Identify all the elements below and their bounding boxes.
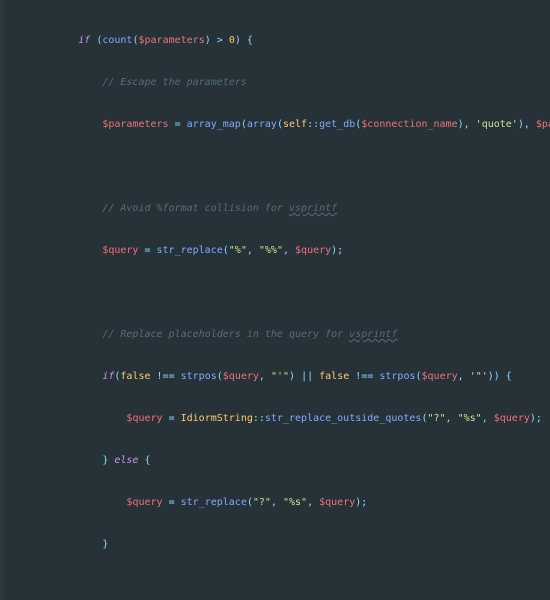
code-line[interactable]: $query = IdiormString::str_replace_outsi… — [6, 412, 550, 426]
token-op: = — [169, 119, 187, 130]
code-line[interactable]: if(false !== strpos($query, "'") || fals… — [6, 370, 550, 384]
token-punc: ), — [458, 119, 476, 130]
code-line[interactable] — [6, 286, 550, 300]
token-punc: , — [482, 413, 494, 424]
indent — [6, 455, 102, 466]
token-punc: ); — [530, 413, 542, 424]
token-str: "'" — [271, 371, 289, 382]
token-op: = — [163, 413, 181, 424]
token-var: $query — [223, 371, 259, 382]
token-punc: )) { — [488, 371, 512, 382]
code-area[interactable]: if (count($parameters) > 0) { // Escape … — [6, 34, 550, 580]
token-op: !== — [151, 371, 181, 382]
code-line[interactable] — [6, 160, 550, 174]
indent — [6, 203, 102, 214]
token-punc: { — [138, 455, 150, 466]
token-fn: array_map — [187, 119, 241, 130]
code-line[interactable]: // Replace placeholders in the query for… — [6, 328, 550, 342]
token-punc: , — [247, 245, 259, 256]
token-str: "?" — [253, 497, 271, 508]
indent — [6, 35, 78, 46]
token-op: !== — [349, 371, 379, 382]
token-comment: // Replace placeholders in the query for — [102, 329, 349, 340]
token-op: || — [295, 371, 319, 382]
token-cls: false — [120, 371, 150, 382]
code-line[interactable]: } — [6, 538, 550, 552]
token-punc: ) { — [235, 35, 253, 46]
token-fn: strpos — [379, 371, 415, 382]
token-cls: IdiormString — [181, 413, 253, 424]
token-comment: vsprintf — [289, 203, 337, 214]
indent — [6, 119, 102, 130]
token-fn: strpos — [181, 371, 217, 382]
token-comment: // Escape the parameters — [102, 77, 247, 88]
token-comment: // Avoid %format collision for — [102, 203, 289, 214]
token-punc: } — [102, 539, 108, 550]
token-var: $query — [494, 413, 530, 424]
token-op: :: — [307, 119, 319, 130]
indent — [6, 413, 126, 424]
editor-gutter — [0, 0, 4, 600]
token-punc: , — [307, 497, 319, 508]
token-kw: else — [114, 455, 138, 466]
token-var: $query — [295, 245, 331, 256]
token-punc: , — [271, 497, 283, 508]
token-op: > — [211, 35, 229, 46]
token-kw: if — [78, 35, 96, 46]
token-str: "%" — [229, 245, 247, 256]
code-line[interactable]: // Escape the parameters — [6, 76, 550, 90]
indent — [6, 77, 102, 88]
token-str: 'quote' — [476, 119, 518, 130]
token-var: $query — [102, 245, 138, 256]
token-var: $connection_name — [361, 119, 457, 130]
indent — [6, 329, 102, 340]
token-punc: , — [458, 371, 470, 382]
token-var: $query — [422, 371, 458, 382]
token-kw: if — [102, 371, 114, 382]
token-var: $query — [126, 497, 162, 508]
token-str: "?" — [427, 413, 445, 424]
code-line[interactable]: $query = str_replace("%", "%%", $query); — [6, 244, 550, 258]
token-punc: ); — [331, 245, 343, 256]
token-punc: , — [283, 245, 295, 256]
token-op: :: — [253, 413, 265, 424]
token-fn: str_replace_outside_quotes — [265, 413, 422, 424]
token-str: "%%" — [259, 245, 283, 256]
token-var: $parameters — [536, 119, 550, 130]
token-var: $parameters — [102, 119, 168, 130]
token-fn: get_db — [319, 119, 355, 130]
token-str: "%s" — [283, 497, 307, 508]
indent — [6, 371, 102, 382]
code-line[interactable]: if (count($parameters) > 0) { — [6, 34, 550, 48]
token-op: = — [163, 497, 181, 508]
token-var: $query — [126, 413, 162, 424]
code-line[interactable]: // Avoid %format collision for vsprintf — [6, 202, 550, 216]
code-editor[interactable]: if (count($parameters) > 0) { // Escape … — [0, 0, 550, 600]
indent — [6, 497, 126, 508]
token-str: '"' — [470, 371, 488, 382]
token-fn: str_replace — [157, 245, 223, 256]
token-cls: self — [283, 119, 307, 130]
indent — [6, 245, 102, 256]
code-line[interactable]: $query = str_replace("?", "%s", $query); — [6, 496, 550, 510]
indent — [6, 539, 102, 550]
token-str: "%s" — [458, 413, 482, 424]
token-fn: str_replace — [181, 497, 247, 508]
token-punc: , — [446, 413, 458, 424]
token-punc: } — [102, 455, 114, 466]
token-punc: ), — [518, 119, 536, 130]
token-var: $parameters — [138, 35, 204, 46]
token-punc: , — [259, 371, 271, 382]
token-var: $query — [319, 497, 355, 508]
token-fn: count — [102, 35, 132, 46]
token-comment: vsprintf — [349, 329, 397, 340]
token-fn: array — [247, 119, 277, 130]
token-op: = — [138, 245, 156, 256]
token-punc: ); — [355, 497, 367, 508]
code-line[interactable]: } else { — [6, 454, 550, 468]
token-cls: false — [319, 371, 349, 382]
code-line[interactable]: $parameters = array_map(array(self::get_… — [6, 118, 550, 132]
